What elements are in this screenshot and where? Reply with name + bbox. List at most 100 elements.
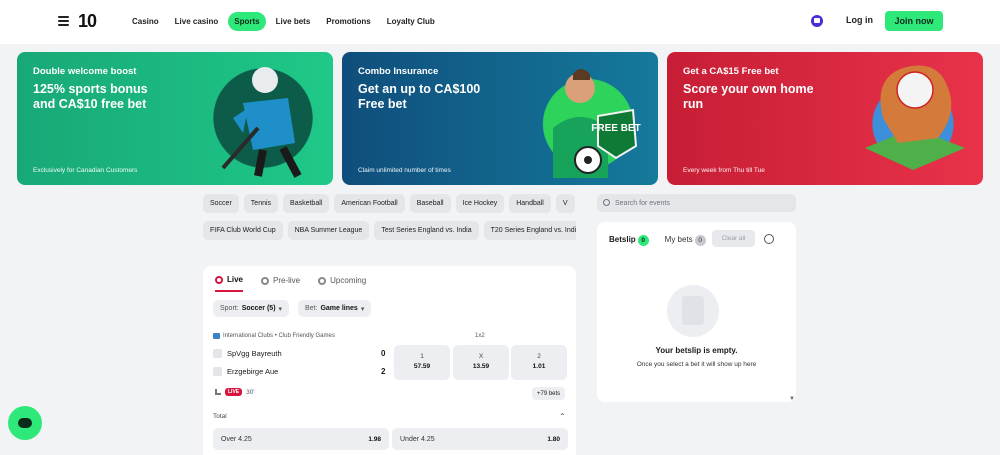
chip-fifa-club-world-cup[interactable]: FIFA Club World Cup	[203, 221, 283, 240]
bet-dropdown-label: Bet:	[305, 305, 318, 312]
chip-t20-series[interactable]: T20 Series England vs. India, W	[483, 221, 576, 240]
betslip-count: 0	[637, 235, 649, 246]
chip-handball[interactable]: Handball	[509, 194, 551, 213]
promo-banner-combo[interactable]: Combo Insurance Get an up to CA$100 Free…	[342, 52, 658, 185]
chevron-down-icon: ▾	[360, 305, 365, 313]
banner-title: Combo Insurance	[358, 66, 439, 77]
bet-type-dropdown[interactable]: Bet: Game lines ▾	[298, 300, 372, 317]
sport-dropdown[interactable]: Sport: Soccer (5) ▾	[213, 300, 290, 317]
match-minute: 30'	[246, 388, 255, 396]
odd-button-draw[interactable]: X 13.59	[453, 345, 509, 380]
odd-button-away[interactable]: 2 1.01	[511, 345, 567, 380]
clock-icon	[261, 276, 270, 285]
baseball-glove-icon	[865, 65, 965, 170]
banner-headline: Get an up to CA$100 Free bet	[358, 82, 481, 111]
tab-my-bets-label: My bets	[664, 235, 693, 244]
chip-tennis[interactable]: Tennis	[243, 194, 279, 213]
chip-soccer[interactable]: Soccer	[203, 194, 239, 213]
market-label: 1x2	[475, 333, 485, 339]
home-score: 0	[381, 349, 386, 358]
away-team[interactable]: Erzgebirge Aue	[213, 367, 278, 376]
stats-icon[interactable]	[215, 389, 221, 395]
under-button[interactable]: Under 4.25 1.80	[392, 428, 568, 450]
chevron-up-icon[interactable]: ⌃	[559, 412, 566, 421]
chip-test-series[interactable]: Test Series England vs. India	[374, 221, 479, 240]
over-button[interactable]: Over 4.25 1.98	[213, 428, 389, 450]
empty-betslip-icon	[667, 285, 719, 337]
hockey-player-image	[203, 58, 323, 178]
away-score: 2	[381, 367, 386, 376]
event-tabs: Live Pre-live Upcoming	[215, 275, 366, 292]
flag-icon	[213, 333, 220, 339]
odd-label: X	[478, 353, 484, 360]
support-icon[interactable]	[811, 15, 823, 27]
logo[interactable]: 10	[78, 11, 97, 32]
join-button[interactable]: Join now	[885, 11, 943, 31]
events-panel: Live Pre-live Upcoming Sport: Soccer (5)…	[203, 266, 576, 455]
tab-my-bets[interactable]: My bets 0	[665, 235, 706, 246]
more-bets-button[interactable]: +79 bets	[532, 387, 566, 400]
player-image: FREE BET	[528, 58, 648, 178]
nav-live-bets[interactable]: Live bets	[270, 12, 317, 31]
betslip-tabs: Betslip 0 My bets 0	[609, 235, 706, 246]
league-label[interactable]: International Clubs • Club Friendly Game…	[213, 333, 335, 339]
chip-ice-hockey[interactable]: Ice Hockey	[455, 194, 505, 213]
tab-upcoming[interactable]: Upcoming	[318, 275, 366, 292]
tab-live-label: Live	[227, 275, 244, 284]
sport-dropdown-label: Sport:	[220, 305, 239, 312]
sport-dropdown-value: Soccer (5)	[241, 305, 276, 312]
empty-betslip-subtitle: Once you select a bet it will show up he…	[636, 361, 757, 368]
jersey-icon	[213, 349, 222, 358]
sport-filter-chips: Soccer Tennis Basketball American Footba…	[203, 194, 576, 213]
bet-dropdown-value: Game lines	[320, 305, 358, 312]
chip-baseball[interactable]: Baseball	[409, 194, 451, 213]
odd-button-home[interactable]: 1 57.59	[394, 345, 450, 380]
over-odds: 1.98	[368, 435, 381, 443]
banner-subtitle: Every week from Thu till Tue	[683, 167, 765, 174]
my-bets-count: 0	[694, 235, 706, 246]
banner-title: Double welcome boost	[33, 66, 137, 77]
nav-casino[interactable]: Casino	[126, 12, 165, 31]
free-bet-badge: FREE BET	[591, 123, 640, 134]
tab-betslip-label: Betslip	[609, 235, 636, 244]
chat-icon[interactable]	[8, 406, 42, 440]
home-team[interactable]: SpVgg Bayreuth	[213, 349, 282, 358]
menu-icon[interactable]	[58, 16, 69, 26]
chevron-down-icon: ▾	[278, 305, 283, 313]
soccer-player-icon: FREE BET	[553, 69, 641, 178]
banner-headline: Score your own home run	[683, 82, 814, 111]
banner-subtitle: Claim unlimited number of times	[358, 167, 451, 174]
tab-pre-live-label: Pre-live	[273, 276, 301, 285]
promo-banner-welcome[interactable]: Double welcome boost 125% sports bonus a…	[17, 52, 333, 185]
nav-promotions[interactable]: Promotions	[320, 12, 376, 31]
tab-upcoming-label: Upcoming	[330, 276, 367, 285]
total-market-label: Total	[213, 413, 227, 420]
banner-headline: 125% sports bonus and CA$10 free bet	[33, 82, 148, 111]
nav-live-casino[interactable]: Live casino	[169, 12, 225, 31]
jersey-icon	[213, 367, 222, 376]
away-team-name: Erzgebirge Aue	[227, 367, 279, 376]
clear-all-button[interactable]: Clear all	[712, 230, 755, 247]
baseball-glove-image	[853, 58, 973, 178]
match-status: LIVE 30'	[215, 388, 255, 396]
nav-sports[interactable]: Sports	[228, 12, 266, 31]
odd-label: 2	[537, 353, 541, 360]
promo-banner-baseball[interactable]: Get a CA$15 Free bet Score your own home…	[667, 52, 983, 185]
nav-loyalty-club[interactable]: Loyalty Club	[381, 12, 441, 31]
chip-volleyball[interactable]: V	[555, 194, 575, 213]
chip-basketball[interactable]: Basketball	[283, 194, 330, 213]
search-input[interactable]: Search for events	[597, 194, 796, 212]
under-label: Under 4.25	[400, 435, 435, 443]
top-bar: 10 Casino Live casino Sports Live bets P…	[0, 0, 1000, 44]
login-button[interactable]: Log in	[846, 15, 873, 25]
scroll-down-icon[interactable]: ▼	[789, 396, 795, 402]
tab-live[interactable]: Live	[215, 275, 244, 292]
odd-value: 57.59	[413, 363, 431, 370]
chip-american-football[interactable]: American Football	[334, 194, 405, 213]
tab-pre-live[interactable]: Pre-live	[261, 275, 300, 292]
tab-betslip[interactable]: Betslip 0	[609, 235, 649, 246]
chip-nba-summer-league[interactable]: NBA Summer League	[287, 221, 370, 240]
competition-filter-chips: FIFA Club World Cup NBA Summer League Te…	[203, 221, 576, 240]
over-label: Over 4.25	[221, 435, 252, 443]
gear-icon[interactable]	[764, 234, 774, 244]
